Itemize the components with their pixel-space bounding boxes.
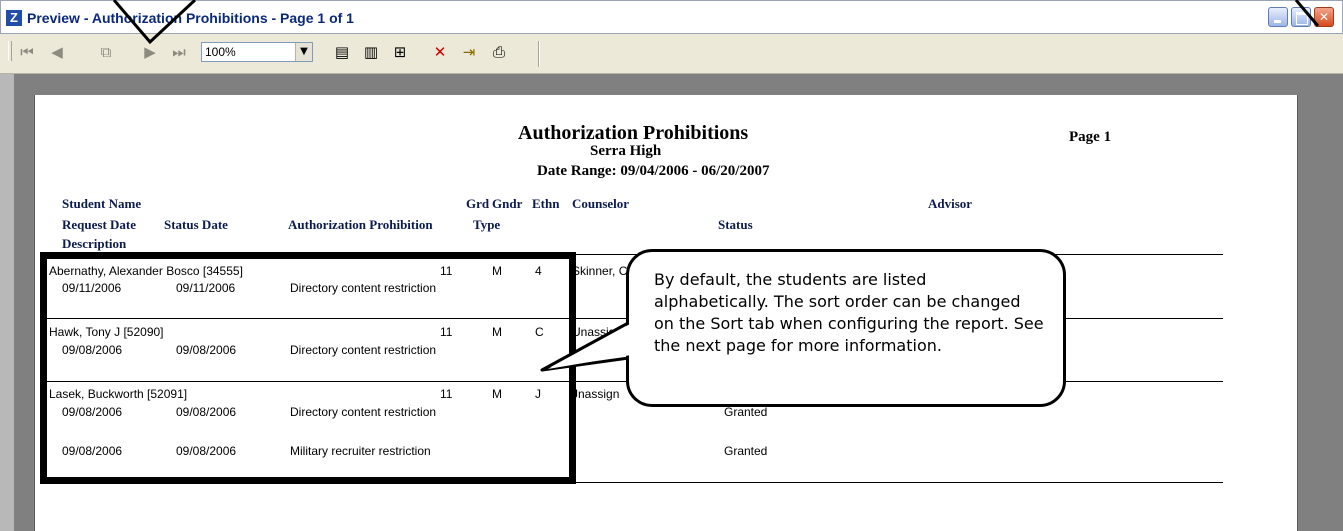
callout-tail-mask — [548, 324, 631, 369]
callout-text: By default, the students are listed alph… — [654, 270, 1044, 355]
